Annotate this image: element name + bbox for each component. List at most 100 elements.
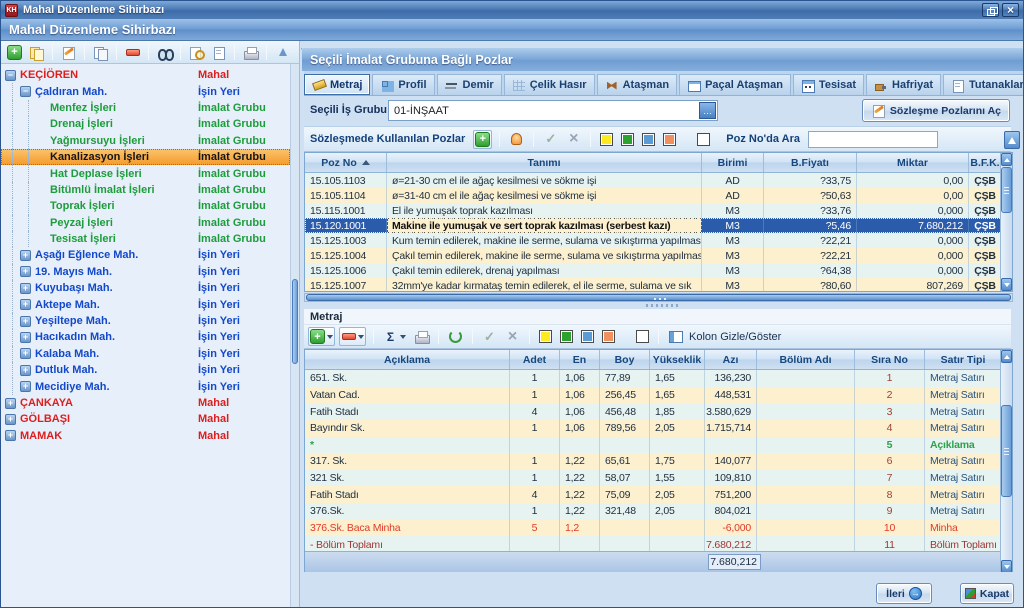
- swatch-orange-icon[interactable]: [600, 328, 617, 345]
- add-icon[interactable]: [5, 43, 24, 62]
- remove-icon[interactable]: [123, 43, 142, 62]
- tree-item[interactable]: +MAMAKMahal: [1, 428, 290, 444]
- metraj-row[interactable]: 321 Sk.11,2258,071,55109,8107Metraj Satı…: [305, 470, 1000, 487]
- swatch-green-icon[interactable]: [619, 131, 636, 148]
- bell-icon[interactable]: [507, 130, 526, 149]
- tab-tesisat[interactable]: Tesisat: [793, 74, 864, 95]
- poz-vscrollbar[interactable]: [1000, 153, 1012, 291]
- metraj-row[interactable]: - Bölüm Toplamı7.680,21211Bölüm Toplamı: [305, 536, 1000, 551]
- document-icon[interactable]: [209, 43, 228, 62]
- scroll-down-icon[interactable]: [1001, 278, 1012, 291]
- expand-icon[interactable]: +: [20, 381, 31, 392]
- metraj-column-header[interactable]: Sıra No: [855, 350, 925, 369]
- tree-item[interactable]: +Yeşiltepe Mah.İşin Yeri: [1, 313, 290, 329]
- expand-icon[interactable]: +: [20, 332, 31, 343]
- tree-item[interactable]: +GÖLBAŞIMahal: [1, 411, 290, 427]
- tab-metraj[interactable]: Metraj: [304, 74, 370, 95]
- poz-column-header[interactable]: B.F.K.: [969, 153, 1002, 172]
- tree-item[interactable]: Bitümlü İmalat İşleriİmalat Grubu: [1, 182, 290, 198]
- expand-icon[interactable]: +: [5, 430, 16, 441]
- check-icon[interactable]: [480, 327, 499, 346]
- ileri-button[interactable]: İleri: [876, 583, 932, 604]
- poz-row[interactable]: 15.125.1003Kum temin edilerek, makine il…: [305, 233, 1012, 248]
- poz-column-header[interactable]: Birimi: [702, 153, 764, 172]
- poz-row[interactable]: 15.105.1104ø=31-40 cm el ile ağaç kesilm…: [305, 188, 1012, 203]
- tree-item[interactable]: Peyzaj İşleriİmalat Grubu: [1, 215, 290, 231]
- metraj-vscrollbar[interactable]: [1000, 350, 1012, 573]
- restore-icon[interactable]: [982, 3, 999, 17]
- swatch-yellow-icon[interactable]: [598, 131, 615, 148]
- open-contract-pozlar-button[interactable]: Sözleşme Pozlarını Aç: [862, 99, 1010, 122]
- metraj-column-header[interactable]: Satır Tipi: [925, 350, 1002, 369]
- expand-icon[interactable]: +: [20, 250, 31, 261]
- swatch-blue-icon[interactable]: [579, 328, 596, 345]
- swatch-blue-icon[interactable]: [640, 131, 657, 148]
- metraj-row[interactable]: Fatih Stadı41,06456,481,853.580,6293Metr…: [305, 403, 1000, 420]
- swatch-yellow-icon[interactable]: [537, 328, 554, 345]
- metraj-row[interactable]: 376.Sk.11,22321,482,05804,0219Metraj Sat…: [305, 503, 1000, 520]
- check-icon[interactable]: [541, 130, 560, 149]
- kapat-button[interactable]: Kapat: [960, 583, 1014, 604]
- tree-item[interactable]: +ÇANKAYAMahal: [1, 395, 290, 411]
- tab-demir[interactable]: Demir: [437, 74, 502, 95]
- expand-icon[interactable]: +: [5, 398, 16, 409]
- refresh-icon[interactable]: [446, 327, 465, 346]
- tree-item[interactable]: Drenaj İşleriİmalat Grubu: [1, 116, 290, 132]
- scroll-up-icon[interactable]: [1001, 153, 1012, 166]
- expand-icon[interactable]: +: [5, 414, 16, 425]
- expand-icon[interactable]: +: [20, 266, 31, 277]
- swatch-green-icon[interactable]: [558, 328, 575, 345]
- preview-icon[interactable]: [187, 43, 206, 62]
- tree-item[interactable]: Toprak İşleriİmalat Grubu: [1, 198, 290, 214]
- combo-browse-icon[interactable]: [699, 102, 716, 119]
- poz-row[interactable]: 15.105.1103ø=21-30 cm el ile ağaç kesilm…: [305, 173, 1012, 188]
- tree-item[interactable]: +Hacıkadın Mah.İşin Yeri: [1, 329, 290, 345]
- poz-column-header[interactable]: Poz No: [305, 153, 387, 172]
- poz-hscroll-thumb[interactable]: [306, 294, 1011, 301]
- kolon-gizle-goster-button[interactable]: Kolon Gizle/Göster: [689, 331, 781, 343]
- copy-icon[interactable]: [91, 43, 110, 62]
- tree-item[interactable]: +Mecidiye Mah.İşin Yeri: [1, 378, 290, 394]
- tree-item[interactable]: +Aktepe Mah.İşin Yeri: [1, 296, 290, 312]
- cross-icon[interactable]: [564, 130, 583, 149]
- scroll-up-icon[interactable]: [1001, 350, 1012, 363]
- poz-column-header[interactable]: Tanımı: [387, 153, 702, 172]
- tree-item[interactable]: Yağmursuyu İşleriİmalat Grubu: [1, 133, 290, 149]
- expand-icon[interactable]: +: [20, 316, 31, 327]
- tree-item[interactable]: Hat Deplase İşleriİmalat Grubu: [1, 165, 290, 181]
- tree-item[interactable]: Menfez İşleriİmalat Grubu: [1, 100, 290, 116]
- expand-icon[interactable]: +: [20, 283, 31, 294]
- tree-scrollbar[interactable]: [290, 64, 299, 607]
- tree-item[interactable]: −Çaldıran Mah.İşin Yeri: [1, 83, 290, 99]
- expand-icon[interactable]: +: [20, 299, 31, 310]
- tree-item[interactable]: −KEÇİÖRENMahal: [1, 67, 290, 83]
- tab-hafriyat[interactable]: Hafriyat: [866, 74, 941, 95]
- print-icon[interactable]: [241, 43, 260, 62]
- poz-row[interactable]: 15.120.1001Makine ile yumuşak ve sert to…: [305, 218, 1012, 233]
- tree-item[interactable]: +Dutluk Mah.İşin Yeri: [1, 362, 290, 378]
- metraj-row[interactable]: *5Açıklama: [305, 437, 1000, 454]
- close-icon[interactable]: [1002, 3, 1019, 17]
- tree-item[interactable]: +Kalaba Mah.İşin Yeri: [1, 346, 290, 362]
- poz-column-header[interactable]: Miktar: [857, 153, 969, 172]
- add-icon[interactable]: [473, 130, 492, 149]
- tab-tutanak[interactable]: Tutanaklar: [943, 74, 1024, 95]
- tree-item[interactable]: +Aşağı Eğlence Mah.İşin Yeri: [1, 247, 290, 263]
- poz-row[interactable]: 15.125.100732mm'ye kadar kırmataş temin …: [305, 278, 1012, 292]
- poz-search-input[interactable]: [808, 131, 938, 148]
- metraj-row[interactable]: Bayındır Sk.11,06789,562,051.715,7144Met…: [305, 420, 1000, 437]
- tree-scroll-thumb[interactable]: [292, 279, 298, 364]
- sigma-icon[interactable]: [381, 327, 408, 346]
- tree-item[interactable]: Kanalizasyon İşleriİmalat Grubu: [1, 149, 290, 165]
- metraj-column-header[interactable]: Açıklama: [305, 350, 510, 369]
- cross-icon[interactable]: [503, 327, 522, 346]
- metraj-column-header[interactable]: Yükseklik: [650, 350, 705, 369]
- swatch-white-icon[interactable]: [695, 131, 712, 148]
- tab-hasir[interactable]: Çelik Hasır: [504, 74, 595, 95]
- swatch-white-icon[interactable]: [634, 328, 651, 345]
- duplicate-icon[interactable]: [27, 43, 46, 62]
- collapse-icon[interactable]: −: [20, 86, 31, 97]
- metraj-column-header[interactable]: Boy: [600, 350, 650, 369]
- is-grubu-combo[interactable]: 01-İNŞAAT: [388, 100, 718, 121]
- metraj-row[interactable]: 376.Sk. Baca Minha51,2-6,00010Minha: [305, 520, 1000, 537]
